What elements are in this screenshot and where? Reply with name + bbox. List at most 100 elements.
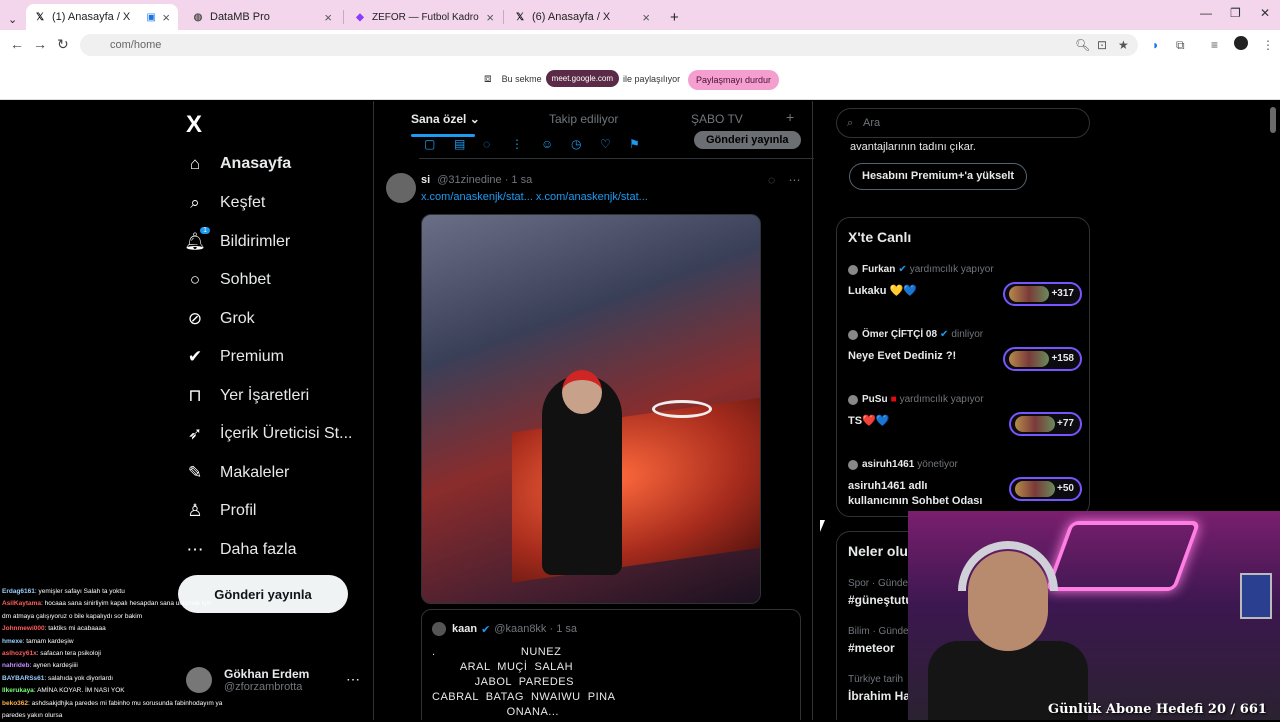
gif-icon[interactable]: ▤ [454,137,465,151]
menu-kebab-icon[interactable]: ⋮ [1262,38,1274,52]
profile-icon: ♙ [187,501,203,520]
sidebar-item-home[interactable]: ⌂ Anasayfa [184,153,291,175]
browser-toolbar: ← → ↻ com/home 🔍︎ ⊡ ★ ◗ ⧉ ≡ ⋮ [0,30,1280,103]
close-tab-icon[interactable]: × [642,10,650,25]
chat-message: AsilKaytama: hocaaa sana sinirliyim kapa… [2,598,372,610]
chat-message: Johnmewi000: taktiks mi acabaaaa [2,623,372,635]
restore-icon[interactable]: ❐ [1230,6,1241,20]
profile-avatar-icon[interactable] [1234,36,1248,50]
compose-post-button[interactable]: Gönderi yayınla [694,131,801,149]
sidebar-item-grok[interactable]: ⊘ Grok [184,308,255,330]
browser-tab-4[interactable]: 𝕏 (6) Anasayfa / X × [506,4,658,30]
trend-item[interactable]: #güneştutu [848,593,913,607]
sidebar-item-more[interactable]: ⋯ Daha fazla [184,539,297,561]
forward-icon[interactable]: → [33,36,47,52]
zoom-icon[interactable]: 🔍︎ [1075,38,1090,52]
host-role: yönetiyor [917,459,958,470]
sidebar-item-bookmarks[interactable]: ⊓ Yer İşaretleri [184,385,309,407]
tweet-video[interactable] [421,214,761,604]
reload-icon[interactable]: ↻ [57,36,69,53]
schedule-icon[interactable]: ◷ [571,137,581,151]
sidebar-item-premium[interactable]: ✔ Premium [184,346,284,368]
chat-message: aslhozy61x: safacan tera psikoloji [2,648,372,660]
quote-line: . NUNEZ [432,646,562,658]
upgrade-premium-button[interactable]: Hesabını Premium+'a yükselt [849,163,1028,190]
page-scrollbar[interactable] [1270,107,1276,133]
chat-text: : salahıda yok diyorlardı [44,674,114,682]
back-icon[interactable]: ← [10,36,24,52]
chat-message: Erdag6161: yemişler safayı Salah ta yokt… [2,586,372,598]
tweet-time[interactable]: 1 sa [511,174,532,186]
close-tab-icon[interactable]: × [486,10,494,25]
count-label: +317 [1051,288,1074,299]
video-person-head [562,370,602,414]
tab-sabo-tv[interactable]: ŞABO TV [691,112,743,126]
live-space-item[interactable]: PuSu ■ yardımcılık yapıyor TS❤️💙 +77 [848,394,1082,449]
quoted-tweet[interactable]: kaan ✔ @kaan8kk · 1 sa . NUNEZ ARAL MUÇİ… [421,609,801,720]
tab-for-you[interactable]: Sana özel ⌄ [411,112,480,126]
listener-count: +317 [1003,282,1082,306]
grok-icon[interactable]: ◌ [768,173,775,187]
screen-share-icon: ⧈ [484,71,492,85]
more-dots-icon[interactable]: ⋯ [788,173,800,187]
install-icon[interactable]: ⊡ [1097,38,1107,52]
chat-message: dm atmaya çalışıyoruz o bile kapalıydı s… [2,611,372,623]
location-icon[interactable]: ♡ [600,137,611,151]
share-suffix: ile paylaşılıyor [623,73,681,84]
close-tab-icon[interactable]: × [324,10,332,25]
address-bar[interactable]: com/home [80,34,1138,56]
live-space-item[interactable]: asiruh1461 yönetiyor asiruh1461 adlı kull… [848,459,1082,514]
tweet-links[interactable]: x.com/anaskenjk/stat... x.com/anaskenjk/… [421,191,648,203]
space-title: Neye Evet Dediniz ?! [848,350,957,362]
screen-share-banner: ⧈ Bu sekme meet.google.com ile paylaşılı… [0,60,1280,100]
trends-title: Neler olu [848,543,908,559]
grok-compose-icon[interactable]: ◌ [483,137,490,151]
tab-list-icon[interactable]: ⌄ [0,6,24,32]
avatar [848,394,858,405]
tweet-handle[interactable]: @31zinedine [437,174,501,186]
stop-sharing-button[interactable]: Paylaşmayı durdur [688,70,780,90]
sidebar-item-chat[interactable]: ○ Sohbet [184,269,271,291]
minimize-icon[interactable]: — [1200,6,1212,20]
poll-icon[interactable]: ⋮ [511,137,523,151]
sidebar-item-explore[interactable]: ⌕ Keşfet [184,192,265,214]
avatar[interactable] [386,173,416,203]
live-space-item[interactable]: Ömer ÇİFTÇİ 08 ✔ dinliyor Neye Evet Dedini… [848,329,1082,384]
sidebar-item-creator-studio[interactable]: ➶ İçerik Üreticisi St... [184,423,353,445]
sidebar-item-profile[interactable]: ♙ Profil [184,500,256,522]
flag-icon[interactable]: ⚑ [629,137,640,151]
extension-wave-icon[interactable]: ◗ [1152,38,1159,52]
sidebar-item-notifications[interactable]: 🔔︎ 1 Bildirimler [184,227,291,253]
browser-tab-1[interactable]: 𝕏 (1) Anasayfa / X ▣ × [26,4,178,30]
browser-tab-2[interactable]: ◍ DataMB Pro × [184,4,340,30]
live-space-item[interactable]: Furkan ✔ yardımcılık yapıyor Lukaku 💛💙 +31… [848,264,1082,319]
x-logo-icon[interactable]: X [186,111,202,139]
sidebar-item-label: İçerik Üreticisi St... [220,425,353,442]
avatar [848,329,858,340]
quote-time: 1 sa [556,623,578,635]
browser-tab-3[interactable]: ◆ ZEFOR — Futbol Kadro Planlam × [346,4,502,30]
extensions-icon[interactable]: ⧉ [1176,38,1185,53]
host-name: asiruh1461 [862,459,915,470]
media-icon[interactable]: ▢ [424,137,435,151]
trend-item[interactable]: İbrahim Hal [848,689,913,703]
tweet-author[interactable]: si [421,174,430,186]
close-window-icon[interactable]: ✕ [1260,6,1270,20]
close-tab-icon[interactable]: × [162,10,170,25]
media-icon[interactable]: ≡ [1211,38,1218,52]
new-tab-button[interactable]: + [662,4,687,30]
quote-line: ONANA... [432,706,559,718]
x-logo-icon: 𝕏 [35,11,45,23]
sidebar-item-articles[interactable]: ✎ Makaleler [184,462,289,484]
count-label: +158 [1051,353,1074,364]
search-input[interactable]: ⌕ Ara [836,108,1090,138]
add-tab-icon[interactable]: + [786,109,794,125]
chat-text: : yemişler safayı Salah ta yoktu [34,588,125,595]
bookmark-star-icon[interactable]: ★ [1118,38,1129,52]
trend-item[interactable]: #meteor [848,641,895,655]
chat-message: llkerukaya: AMİNA KOYAR. İM NASI YOK [2,685,372,697]
emoji-icon[interactable]: ☺ [541,137,553,151]
tab-following[interactable]: Takip ediliyor [549,112,618,126]
grok-icon: ⊘ [187,309,203,328]
sidebar-item-label: Bildirimler [220,233,291,250]
